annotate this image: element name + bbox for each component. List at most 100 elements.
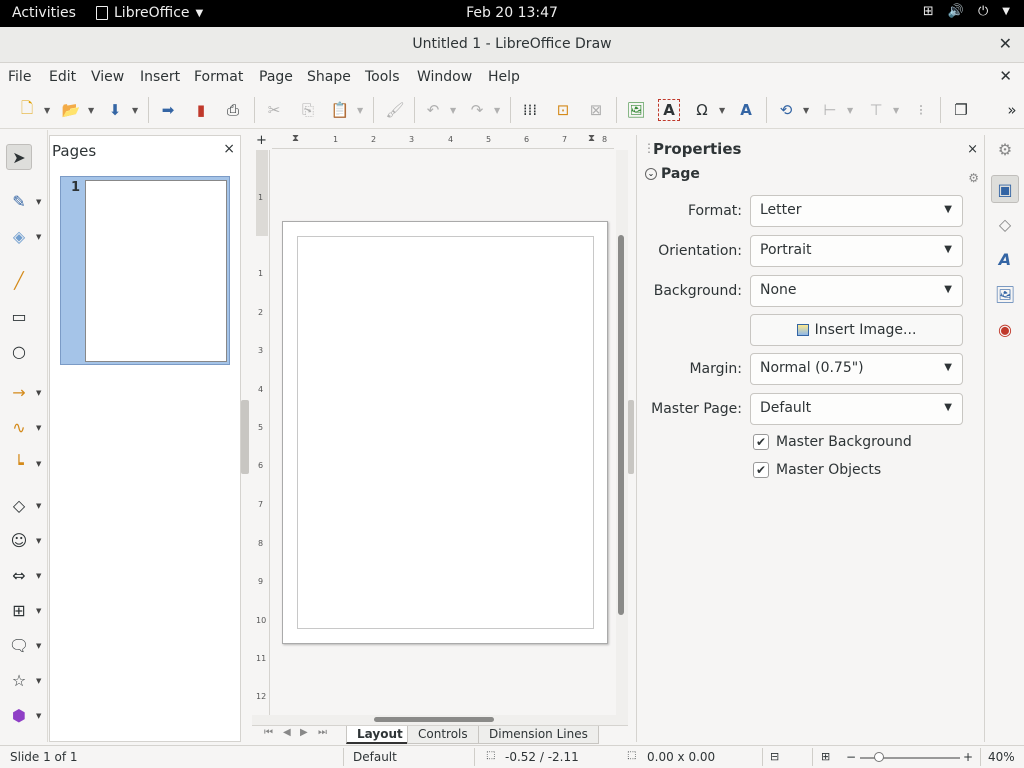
orientation-dropdown[interactable]: Portrait ▼ [750, 235, 963, 267]
next-tab-icon[interactable]: ▶ [300, 727, 308, 738]
fit-page-icon[interactable]: ⊞ [821, 750, 830, 763]
close-icon[interactable]: × [967, 142, 978, 157]
select-icon[interactable]: ➤ [6, 144, 32, 170]
vertical-scrollbar[interactable] [616, 150, 628, 715]
activities-button[interactable]: Activities [12, 5, 76, 21]
connector-icon[interactable]: ┕ [6, 450, 32, 476]
chevron-down-icon[interactable]: ▼ [36, 677, 41, 685]
sidebar-splitter[interactable] [628, 400, 634, 474]
chevron-down-icon[interactable]: ▼ [494, 106, 500, 115]
menu-insert[interactable]: Insert [140, 69, 180, 85]
chevron-down-icon[interactable]: ▼ [893, 106, 899, 115]
copy-icon[interactable]: ⎘ [297, 99, 319, 121]
stars-icon[interactable]: ☆ [6, 667, 32, 693]
chevron-down-icon[interactable]: ▼ [132, 106, 138, 115]
chevron-down-icon[interactable]: ▼ [36, 198, 41, 206]
margin-dropdown[interactable]: Normal (0.75") ▼ [750, 353, 963, 385]
close-icon[interactable]: × [223, 141, 235, 157]
pages-pane-splitter[interactable] [241, 400, 249, 474]
line-color-icon[interactable]: ✎ [6, 188, 32, 214]
page-thumbnail[interactable]: 1 [60, 176, 230, 365]
save-icon[interactable]: ⬇ [104, 99, 126, 121]
document-modified-icon[interactable]: ⊟ [770, 750, 779, 763]
rectangle-icon[interactable]: ▭ [6, 303, 32, 329]
print-icon[interactable]: ⎙ [222, 99, 244, 121]
first-tab-icon[interactable]: ⏮ [264, 727, 273, 738]
ruler-corner-icon[interactable]: + [256, 133, 267, 148]
chevron-down-icon[interactable]: ▼ [847, 106, 853, 115]
basic-shapes-icon[interactable]: ◇ [6, 492, 32, 518]
chevron-down-icon[interactable]: ▼ [450, 106, 456, 115]
zoom-pan-icon[interactable]: ⊠ [585, 99, 607, 121]
zoom-out-icon[interactable]: − [846, 750, 856, 764]
block-arrows-icon[interactable]: ⇔ [6, 562, 32, 588]
grid-icon[interactable]: ⁞⁞⁞ [519, 99, 541, 121]
ruler-left-indent-marker[interactable]: ⧗ [292, 133, 299, 144]
chevron-down-icon[interactable]: ▼ [803, 106, 809, 115]
chevron-down-icon[interactable]: ▼ [719, 106, 725, 115]
chevron-down-icon[interactable]: ▼ [36, 642, 41, 650]
menu-tools[interactable]: Tools [365, 69, 400, 85]
drawing-canvas[interactable] [271, 150, 615, 715]
layout-indicator[interactable]: Default [353, 750, 397, 764]
chevron-down-icon[interactable]: ▼ [88, 106, 94, 115]
ellipse-icon[interactable]: ○ [6, 338, 32, 364]
styles-deck-icon[interactable]: A [991, 245, 1019, 273]
master-background-checkbox[interactable]: ✔ Master Background [753, 434, 912, 450]
export-pdf-icon[interactable]: ▮ [190, 99, 212, 121]
helplines-icon[interactable]: ⊡ [552, 99, 574, 121]
fill-color-icon[interactable]: ◈ [6, 223, 32, 249]
tab-layout[interactable]: Layout [346, 726, 414, 744]
chevron-down-icon[interactable]: ▼ [36, 233, 41, 241]
system-tray[interactable]: ⊞ 🔊 ⏻ ▼ [923, 4, 1010, 19]
vertical-scrollbar-thumb[interactable] [618, 235, 624, 615]
chevron-down-icon[interactable]: ▼ [36, 537, 41, 545]
last-tab-icon[interactable]: ⏭ [318, 727, 327, 738]
navigator-deck-icon[interactable]: ◉ [991, 315, 1019, 343]
more-options-icon[interactable]: ⚙ [968, 171, 979, 185]
master-objects-checkbox[interactable]: ✔ Master Objects [753, 462, 881, 478]
transformations-icon[interactable]: ⟲ [775, 99, 797, 121]
previous-tab-icon[interactable]: ◀ [283, 727, 291, 738]
window-close-button[interactable]: ✕ [999, 34, 1012, 53]
insert-image-icon[interactable]: 🖼 [625, 99, 647, 121]
zoom-slider-handle[interactable] [874, 752, 884, 762]
menu-format[interactable]: Format [194, 69, 243, 85]
distribute-icon[interactable]: ⁝ [910, 99, 932, 121]
horizontal-scrollbar[interactable] [252, 715, 628, 725]
properties-deck-icon[interactable]: ▣ [991, 175, 1019, 203]
undo-icon[interactable]: ↶ [422, 99, 444, 121]
chevron-down-icon[interactable]: ▼ [36, 389, 41, 397]
chevron-down-icon[interactable]: ▼ [36, 607, 41, 615]
chevron-down-icon[interactable]: ▼ [44, 106, 50, 115]
special-character-icon[interactable]: Ω [691, 99, 713, 121]
menu-window[interactable]: Window [417, 69, 472, 85]
gallery-deck-icon[interactable]: 🖼 [991, 280, 1019, 308]
paste-icon[interactable]: 📋 [329, 99, 351, 121]
shadow-icon[interactable]: ❐ [950, 99, 972, 121]
page-paper[interactable] [282, 221, 608, 644]
menu-page[interactable]: Page [259, 69, 293, 85]
flowchart-icon[interactable]: ⊞ [6, 597, 32, 623]
clone-formatting-icon[interactable]: 🖌 [384, 99, 406, 121]
chevron-down-icon[interactable]: ▼ [36, 502, 41, 510]
format-dropdown[interactable]: Letter ▼ [750, 195, 963, 227]
menu-view[interactable]: View [91, 69, 124, 85]
menu-shape[interactable]: Shape [307, 69, 351, 85]
arrange-icon[interactable]: ⊤ [865, 99, 887, 121]
ruler-right-indent-marker[interactable]: ⧗ [588, 133, 595, 144]
master-page-dropdown[interactable]: Default ▼ [750, 393, 963, 425]
fontwork-icon[interactable]: A [735, 99, 757, 121]
chevron-down-icon[interactable]: ▼ [357, 106, 363, 115]
zoom-level[interactable]: 40% [988, 750, 1015, 764]
horizontal-scrollbar-thumb[interactable] [374, 717, 494, 722]
insert-image-button[interactable]: Insert Image... [750, 314, 963, 346]
zoom-in-icon[interactable]: + [963, 750, 973, 764]
clock[interactable]: Feb 20 13:47 [466, 5, 558, 21]
export-icon[interactable]: ➡ [157, 99, 179, 121]
horizontal-ruler[interactable]: ⧗ 1 2 3 4 5 6 7 ⧗ 8 [272, 133, 614, 149]
background-dropdown[interactable]: None ▼ [750, 275, 963, 307]
shapes-deck-icon[interactable]: ◇ [991, 210, 1019, 238]
menu-edit[interactable]: Edit [49, 69, 76, 85]
curve-icon[interactable]: ∿ [6, 414, 32, 440]
